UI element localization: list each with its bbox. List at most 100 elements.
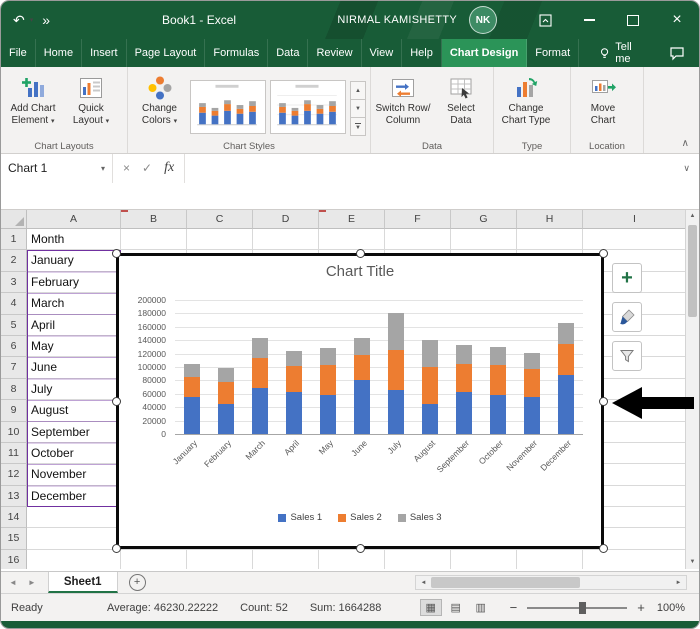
gallery-more-button[interactable]: ▼ bbox=[350, 117, 366, 136]
cell-g16[interactable] bbox=[451, 549, 517, 569]
zoom-out-button[interactable]: − bbox=[506, 600, 522, 615]
chart-handle-top-center[interactable] bbox=[355, 249, 365, 258]
tab-page-layout[interactable]: Page Layout bbox=[127, 39, 206, 67]
ribbon-display-options-button[interactable] bbox=[523, 1, 567, 39]
add-chart-element-button[interactable]: Add Chart Element ▾ bbox=[4, 71, 62, 139]
bar-segment-sales-3[interactable] bbox=[490, 346, 506, 365]
cell-a5[interactable]: April bbox=[27, 314, 121, 336]
chart-plot[interactable] bbox=[175, 300, 583, 435]
switch-row-column-button[interactable]: Switch Row/Column bbox=[374, 71, 432, 139]
insert-function-button[interactable]: fx bbox=[164, 160, 174, 176]
bar-segment-sales-1[interactable] bbox=[354, 380, 370, 434]
bar-march[interactable] bbox=[252, 300, 268, 434]
row-header-8[interactable]: 8 bbox=[1, 378, 27, 401]
bar-segment-sales-2[interactable] bbox=[218, 382, 234, 404]
column-header-b[interactable]: B bbox=[121, 209, 187, 229]
row-header-5[interactable]: 5 bbox=[1, 314, 27, 336]
column-header-d[interactable]: D bbox=[253, 209, 319, 229]
chart-title[interactable]: Chart Title bbox=[119, 263, 601, 280]
chart-legend[interactable]: Sales 1 Sales 2 Sales 3 bbox=[119, 512, 601, 523]
bar-segment-sales-1[interactable] bbox=[558, 375, 574, 434]
chart[interactable]: Chart Title 0 20000 40000 60000 80000 100000 1… bbox=[112, 249, 608, 553]
bar-segment-sales-2[interactable] bbox=[558, 343, 574, 376]
bar-segment-sales-2[interactable] bbox=[252, 358, 268, 389]
cell-a16[interactable] bbox=[27, 549, 121, 569]
bar-segment-sales-3[interactable] bbox=[184, 363, 200, 378]
horizontal-scrollbar-thumb[interactable] bbox=[431, 577, 580, 588]
legend-item-sales-2[interactable]: Sales 2 bbox=[338, 512, 382, 523]
cell-h1[interactable] bbox=[517, 229, 583, 251]
cell-h16[interactable] bbox=[517, 549, 583, 569]
cell-a13[interactable]: December bbox=[27, 485, 121, 508]
bar-segment-sales-3[interactable] bbox=[252, 338, 268, 359]
collapse-ribbon-button[interactable]: ∧ bbox=[682, 138, 689, 149]
chart-style-2-thumbnail[interactable] bbox=[270, 79, 346, 134]
sheet-prev-button[interactable]: ◄ bbox=[9, 578, 17, 587]
undo-icon[interactable]: ↶ bbox=[13, 12, 25, 29]
legend-item-sales-1[interactable]: Sales 1 bbox=[278, 512, 322, 523]
row-header-9[interactable]: 9 bbox=[1, 400, 27, 422]
cell-a10[interactable]: September bbox=[27, 421, 121, 443]
cell-f1[interactable] bbox=[385, 229, 451, 251]
bar-segment-sales-1[interactable] bbox=[524, 397, 540, 434]
bar-january[interactable] bbox=[184, 300, 200, 434]
cell-i1[interactable] bbox=[583, 229, 685, 251]
cell-a7[interactable]: June bbox=[27, 357, 121, 379]
cell-a9[interactable]: August bbox=[27, 400, 121, 422]
cell-a15[interactable] bbox=[27, 528, 121, 550]
column-header-f[interactable]: F bbox=[385, 209, 451, 229]
bar-segment-sales-2[interactable] bbox=[184, 377, 200, 398]
column-header-h[interactable]: H bbox=[517, 209, 583, 229]
name-box[interactable]: Chart 1 ▾ bbox=[1, 153, 113, 183]
row-header-1[interactable]: 1 bbox=[1, 229, 27, 251]
scroll-left-button[interactable]: ◄ bbox=[416, 576, 431, 589]
normal-view-button[interactable]: ▦ bbox=[419, 599, 442, 616]
formula-input[interactable] bbox=[185, 153, 674, 183]
tab-view[interactable]: View bbox=[362, 39, 403, 67]
row-header-14[interactable]: 14 bbox=[1, 507, 27, 529]
row-header-15[interactable]: 15 bbox=[1, 528, 27, 550]
column-header-e[interactable]: E bbox=[319, 209, 385, 229]
close-button[interactable]: × bbox=[655, 1, 699, 39]
cell-a2[interactable]: January bbox=[27, 250, 121, 272]
zoom-level[interactable]: 100% bbox=[657, 602, 685, 614]
page-layout-view-button[interactable]: ▤ bbox=[445, 599, 467, 616]
bar-segment-sales-2[interactable] bbox=[524, 369, 540, 398]
chart-handle-top-right[interactable] bbox=[599, 249, 608, 258]
change-colors-button[interactable]: Change Colors ▾ bbox=[131, 71, 188, 139]
bar-segment-sales-3[interactable] bbox=[286, 350, 302, 366]
quick-layout-button[interactable]: Quick Layout ▾ bbox=[62, 71, 120, 139]
bar-segment-sales-1[interactable] bbox=[184, 397, 200, 434]
page-break-view-button[interactable]: ▥ bbox=[470, 599, 492, 616]
zoom-slider-thumb[interactable] bbox=[579, 601, 587, 614]
horizontal-scrollbar[interactable]: ◄ ► bbox=[415, 575, 687, 590]
bar-segment-sales-3[interactable] bbox=[558, 323, 574, 344]
comments-button[interactable] bbox=[655, 39, 699, 67]
bar-segment-sales-1[interactable] bbox=[286, 392, 302, 434]
gallery-down-button[interactable]: ▼ bbox=[350, 99, 366, 118]
cell-e16[interactable] bbox=[319, 549, 385, 569]
zoom-in-button[interactable]: + bbox=[633, 600, 649, 615]
bar-december[interactable] bbox=[558, 300, 574, 434]
chart-handle-middle-left[interactable] bbox=[112, 396, 121, 406]
chart-style-1-thumbnail[interactable] bbox=[190, 79, 266, 134]
undo-dropdown-icon[interactable]: ▾ bbox=[30, 16, 34, 24]
column-header-i[interactable]: I bbox=[583, 209, 687, 229]
account-name[interactable]: NIRMAL KAMISHETTY bbox=[337, 14, 457, 26]
bar-segment-sales-3[interactable] bbox=[218, 368, 234, 383]
tab-data[interactable]: Data bbox=[268, 39, 309, 67]
bar-segment-sales-1[interactable] bbox=[320, 395, 336, 434]
cell-c1[interactable] bbox=[187, 229, 253, 251]
bar-september[interactable] bbox=[456, 300, 472, 434]
bar-june[interactable] bbox=[354, 300, 370, 434]
qat-more-icon[interactable]: » bbox=[42, 12, 50, 28]
tab-chart-design[interactable]: Chart Design bbox=[441, 39, 528, 67]
bar-segment-sales-3[interactable] bbox=[456, 344, 472, 364]
chart-handle-top-left[interactable] bbox=[112, 249, 121, 258]
tab-home[interactable]: Home bbox=[36, 39, 83, 67]
new-sheet-button[interactable]: + bbox=[128, 574, 146, 591]
cell-i16[interactable] bbox=[583, 550, 685, 569]
cancel-button[interactable]: × bbox=[123, 161, 130, 175]
row-header-4[interactable]: 4 bbox=[1, 293, 27, 315]
chart-elements-button[interactable]: + bbox=[612, 263, 642, 293]
